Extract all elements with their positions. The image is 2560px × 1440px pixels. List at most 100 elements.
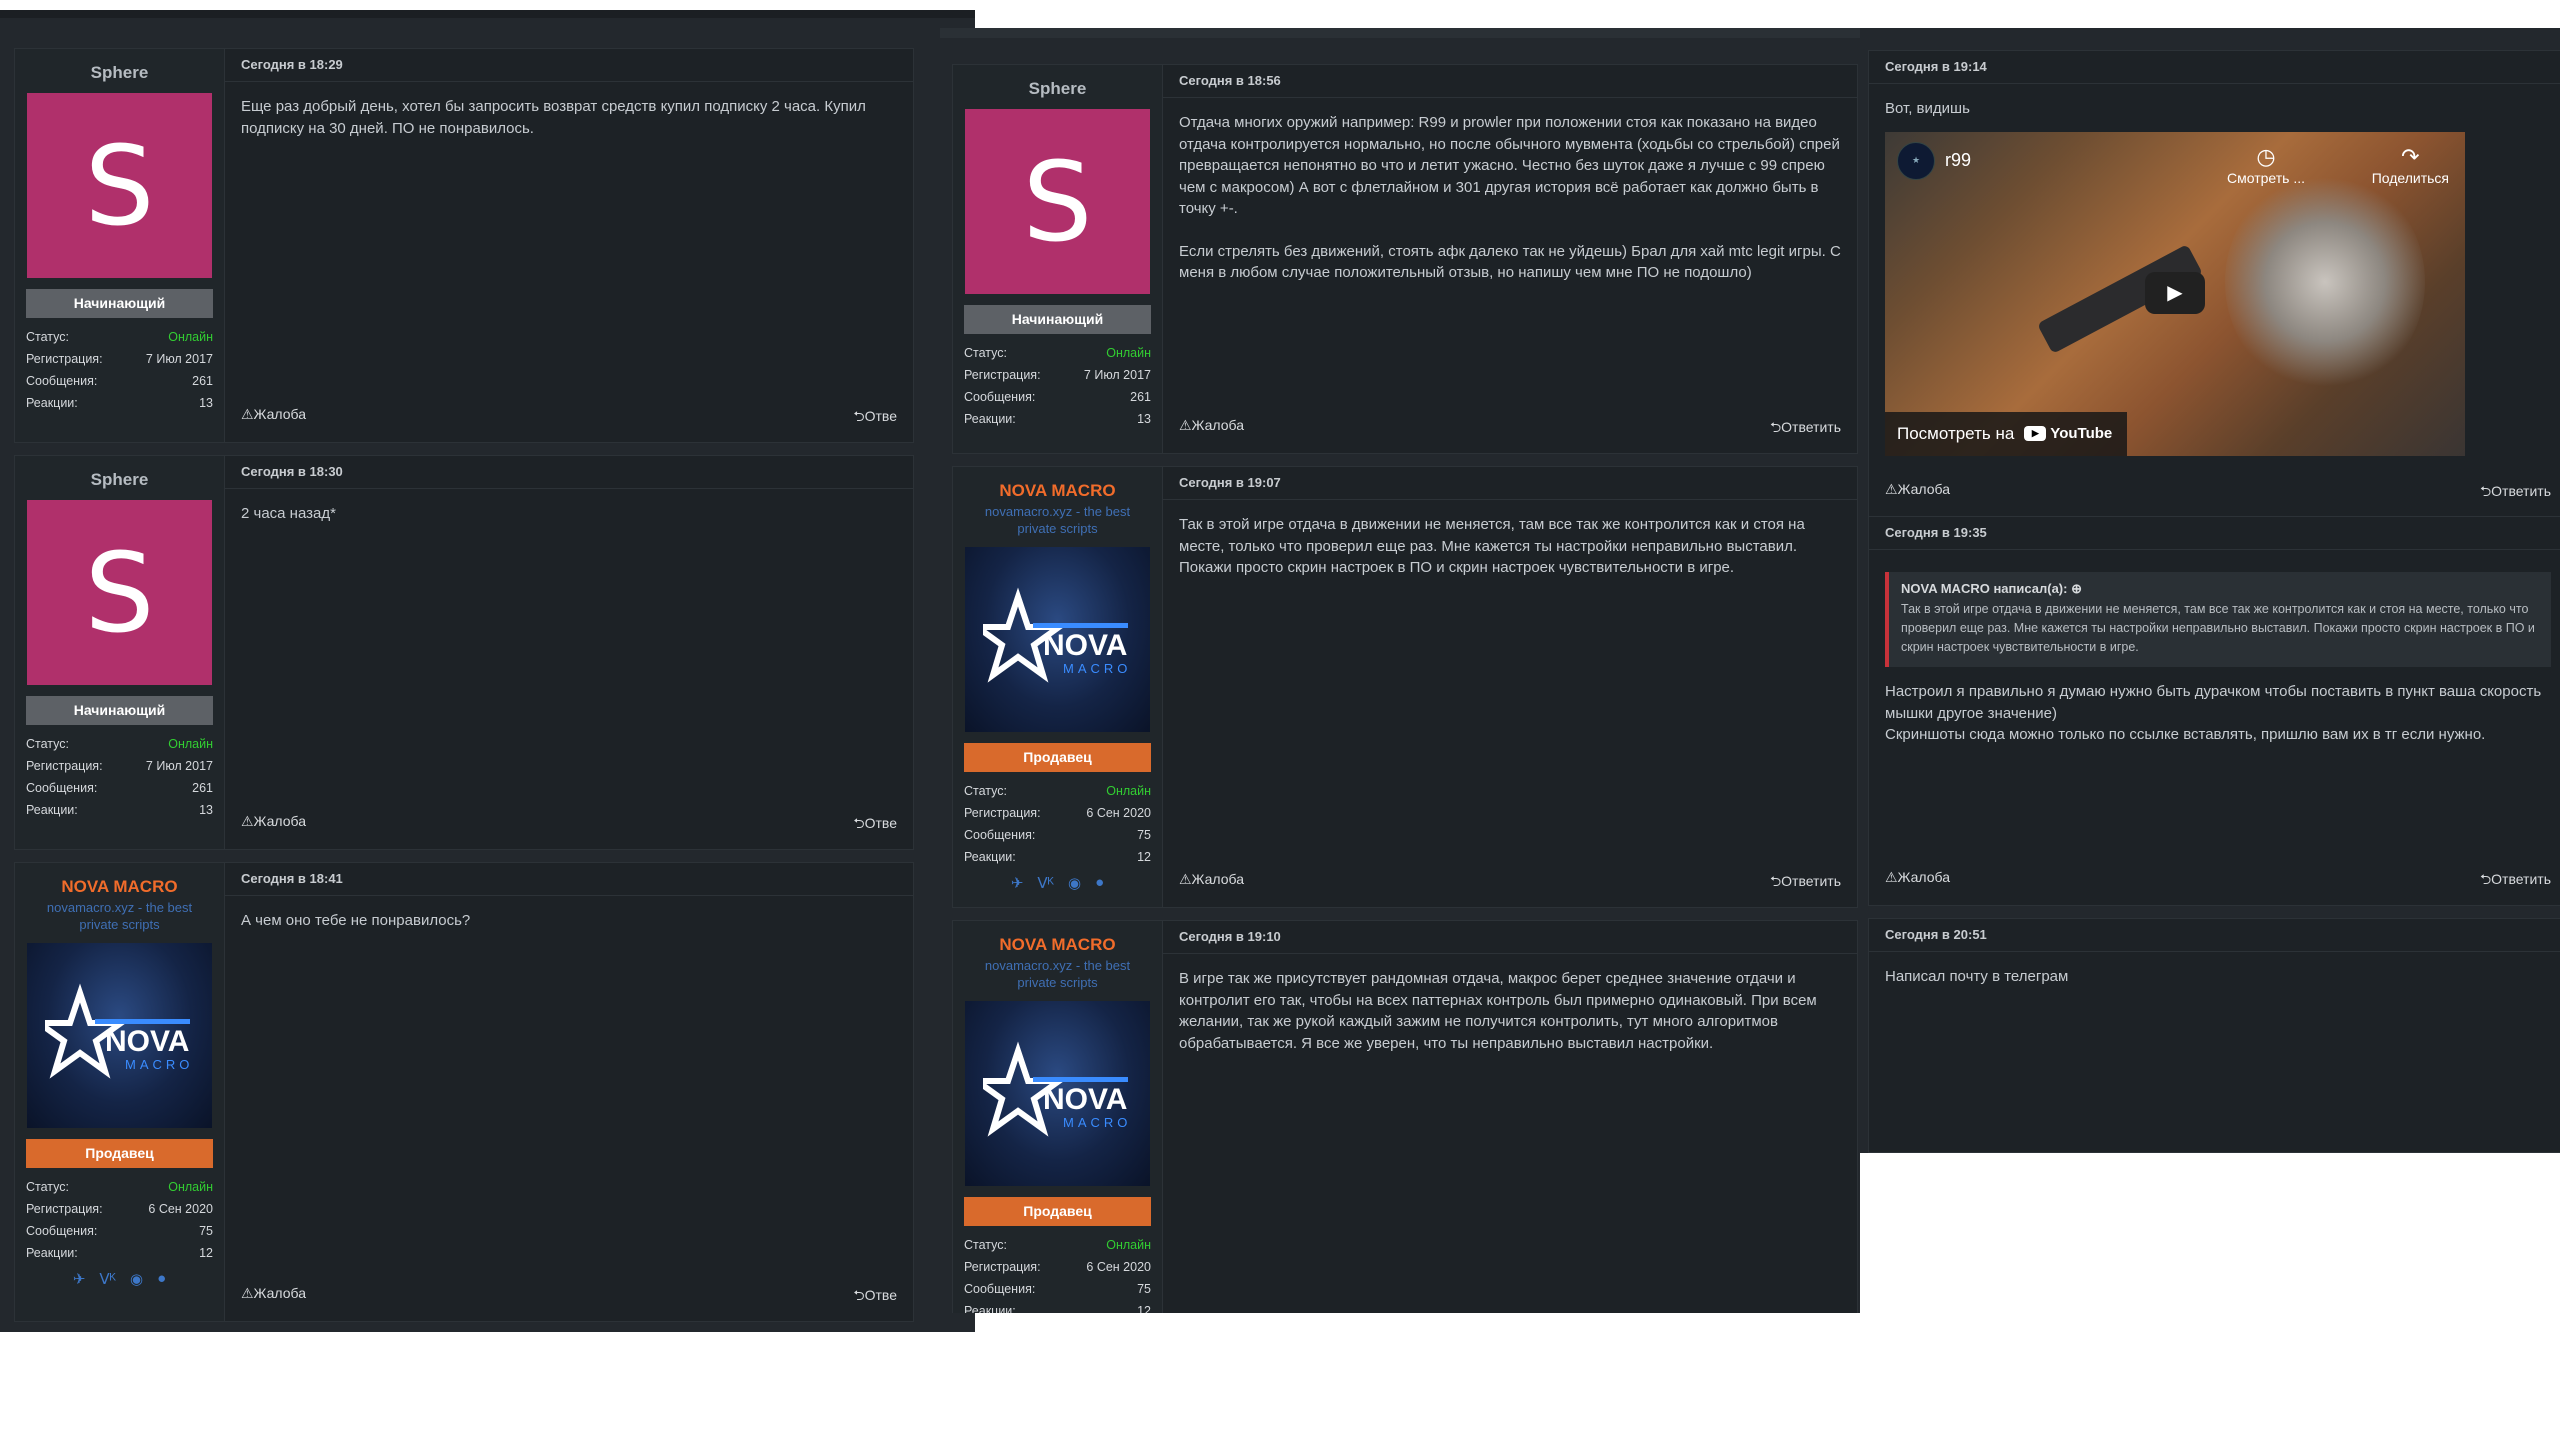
post-text-2: Если стрелять без движений, стоять афк д… bbox=[1179, 242, 1841, 282]
status-value: Онлайн bbox=[168, 330, 213, 344]
discord-icon[interactable]: ◉ bbox=[130, 1270, 143, 1288]
msgs-value: 75 bbox=[199, 1224, 213, 1238]
nova-logo-icon: NOVA MACRO bbox=[982, 587, 1131, 683]
watch-on-youtube-button[interactable]: Посмотреть на ▶ YouTube bbox=[1885, 411, 2127, 456]
username[interactable]: Sphere bbox=[26, 63, 213, 83]
user-stats: Статус: Онлайн Регистрация: 6 Сен 2020 Соо… bbox=[964, 1234, 1151, 1313]
avatar[interactable]: S bbox=[965, 109, 1150, 294]
video-title[interactable]: r99 bbox=[1945, 150, 1971, 171]
reg-label: Регистрация: bbox=[26, 759, 103, 773]
user-title-link[interactable]: novamacro.xyz - the best private scripts bbox=[964, 503, 1151, 537]
reply-button[interactable]: ⮌Ответить bbox=[2480, 869, 2551, 893]
website-icon[interactable]: ● bbox=[157, 1270, 166, 1288]
reg-label: Регистрация: bbox=[964, 1260, 1041, 1274]
video-title-bar: ★ r99 bbox=[1897, 141, 1971, 180]
svg-text:NOVA: NOVA bbox=[1043, 629, 1127, 662]
vk-icon[interactable]: ᐯᴷ bbox=[99, 1270, 116, 1288]
telegram-icon[interactable]: ✈ bbox=[1011, 874, 1024, 892]
username[interactable]: Sphere bbox=[26, 470, 213, 490]
report-button[interactable]: ⚠Жалоба bbox=[1885, 481, 1950, 505]
username[interactable]: Sphere bbox=[964, 79, 1151, 99]
status-value: Онлайн bbox=[168, 1180, 213, 1194]
youtube-play-icon: ▶ bbox=[2024, 426, 2047, 441]
share-icon: ↷ bbox=[2401, 143, 2420, 169]
reply-button[interactable]: ⮌Ответить bbox=[1770, 871, 1841, 895]
username[interactable]: NOVA MACRO bbox=[964, 481, 1151, 501]
report-button[interactable]: ⚠Жалоба bbox=[1179, 871, 1244, 895]
avatar[interactable]: S bbox=[27, 500, 212, 685]
reactions-label: Реакции: bbox=[964, 850, 1016, 864]
avatar[interactable]: NOVA MACRO bbox=[27, 943, 212, 1128]
reply-button[interactable]: ⮌Отве bbox=[853, 406, 897, 430]
post-date[interactable]: Сегодня в 19:35 bbox=[1869, 517, 2560, 550]
avatar[interactable]: NOVA MACRO bbox=[965, 547, 1150, 732]
status-label: Статус: bbox=[26, 1180, 69, 1194]
user-rank-badge: Начинающий bbox=[26, 289, 213, 318]
post-date[interactable]: Сегодня в 19:10 bbox=[1163, 921, 1857, 954]
video-thumbnail-highlight bbox=[2225, 171, 2425, 392]
vk-icon[interactable]: ᐯᴷ bbox=[1037, 874, 1054, 892]
post-date[interactable]: Сегодня в 18:29 bbox=[225, 49, 913, 82]
post-content: Сегодня в 18:41 А чем оно тебе не понрав… bbox=[225, 863, 913, 1321]
watch-later-button[interactable]: ◷ Смотреть ... bbox=[2227, 144, 2305, 186]
quote-author[interactable]: NOVA MACRO написал(а): ⊕ bbox=[1901, 578, 2539, 600]
reply-button[interactable]: ⮌Ответить bbox=[1770, 417, 1841, 441]
report-button[interactable]: ⚠Жалоба bbox=[1179, 417, 1244, 441]
post-date[interactable]: Сегодня в 19:07 bbox=[1163, 467, 1857, 500]
status-label: Статус: bbox=[26, 737, 69, 751]
channel-avatar-icon[interactable]: ★ bbox=[1897, 141, 1935, 180]
user-rank-badge: Продавец bbox=[964, 743, 1151, 772]
report-button[interactable]: ⚠Жалоба bbox=[241, 1285, 306, 1309]
post-actions: ⚠Жалоба ⮌Ответить bbox=[1179, 871, 1841, 895]
reactions-value: 12 bbox=[1137, 850, 1151, 864]
username[interactable]: NOVA MACRO bbox=[964, 935, 1151, 955]
reactions-label: Реакции: bbox=[964, 412, 1016, 426]
msgs-label: Сообщения: bbox=[964, 390, 1036, 404]
username[interactable]: NOVA MACRO bbox=[26, 877, 213, 897]
post-text: Написал почту в телеграм bbox=[1885, 968, 2069, 985]
post-actions: ⚠Жалоба ⮌Ответить bbox=[1885, 481, 2551, 505]
report-button[interactable]: ⚠Жалоба bbox=[241, 406, 306, 430]
post-date[interactable]: Сегодня в 20:51 bbox=[1869, 919, 2560, 952]
post-text: А чем оно тебе не понравилось? bbox=[241, 912, 471, 929]
discord-icon[interactable]: ◉ bbox=[1068, 874, 1081, 892]
share-button[interactable]: ↷ Поделиться bbox=[2372, 144, 2449, 186]
youtube-embed[interactable]: ★ r99 ◷ Смотреть ... ↷ Поделиться ▶ Посм… bbox=[1885, 131, 2465, 456]
reactions-value: 13 bbox=[199, 803, 213, 817]
post-actions: ⚠Жалоба ⮌Ответить bbox=[1179, 417, 1841, 441]
telegram-icon[interactable]: ✈ bbox=[73, 1270, 86, 1288]
svg-text:NOVA: NOVA bbox=[1043, 1083, 1127, 1116]
reply-button[interactable]: ⮌Отве bbox=[853, 813, 897, 837]
quote-block: NOVA MACRO написал(а): ⊕ Так в этой игре… bbox=[1885, 572, 2551, 667]
nova-logo-icon: NOVA MACRO bbox=[982, 1041, 1128, 1137]
post-text: В игре так же присутствует рандомная отд… bbox=[1179, 970, 1817, 1052]
user-title-link[interactable]: novamacro.xyz - the best private scripts bbox=[26, 899, 213, 933]
play-button-icon[interactable]: ▶ bbox=[2145, 271, 2205, 314]
report-button[interactable]: ⚠Жалоба bbox=[241, 813, 306, 837]
post-text: Так в этой игре отдача в движении не мен… bbox=[1179, 516, 1805, 576]
post-date[interactable]: Сегодня в 19:14 bbox=[1869, 51, 2560, 84]
avatar[interactable]: S bbox=[27, 93, 212, 278]
avatar[interactable]: NOVA MACRO bbox=[965, 1001, 1150, 1186]
status-value: Онлайн bbox=[1106, 346, 1151, 360]
reply-button[interactable]: ⮌Ответить bbox=[2480, 481, 2551, 505]
post-date[interactable]: Сегодня в 18:56 bbox=[1163, 65, 1857, 98]
reply-button[interactable]: ⮌Отве bbox=[853, 1285, 897, 1309]
column-2-top-strip bbox=[940, 28, 1860, 38]
post-actions: ⚠Жалоба ⮌Ответить bbox=[1885, 869, 2551, 893]
report-button[interactable]: ⚠Жалоба bbox=[1885, 869, 1950, 893]
status-label: Статус: bbox=[964, 784, 1007, 798]
status-value: Онлайн bbox=[168, 737, 213, 751]
user-rank-badge: Продавец bbox=[26, 1139, 213, 1168]
reg-label: Регистрация: bbox=[26, 1202, 103, 1216]
user-title-link[interactable]: novamacro.xyz - the best private scripts bbox=[964, 957, 1151, 991]
column-3-screenshot: Сегодня в 19:14 Вот, видишь ★ r99 ◷ Смот… bbox=[1860, 28, 2560, 1153]
post-date[interactable]: Сегодня в 18:41 bbox=[225, 863, 913, 896]
svg-text:MACRO: MACRO bbox=[1063, 661, 1131, 676]
post-text: Вот, видишь bbox=[1885, 100, 1970, 117]
post-actions: ⚠Жалоба ⮌Отве bbox=[241, 813, 897, 837]
website-icon[interactable]: ● bbox=[1095, 874, 1104, 892]
post-sphere-2051: Сегодня в 20:51 Написал почту в телеграм bbox=[1868, 918, 2560, 1153]
post-date[interactable]: Сегодня в 18:30 bbox=[225, 456, 913, 489]
user-sidebar: Sphere S Начинающий Статус: Онлайн Регист… bbox=[15, 49, 225, 442]
